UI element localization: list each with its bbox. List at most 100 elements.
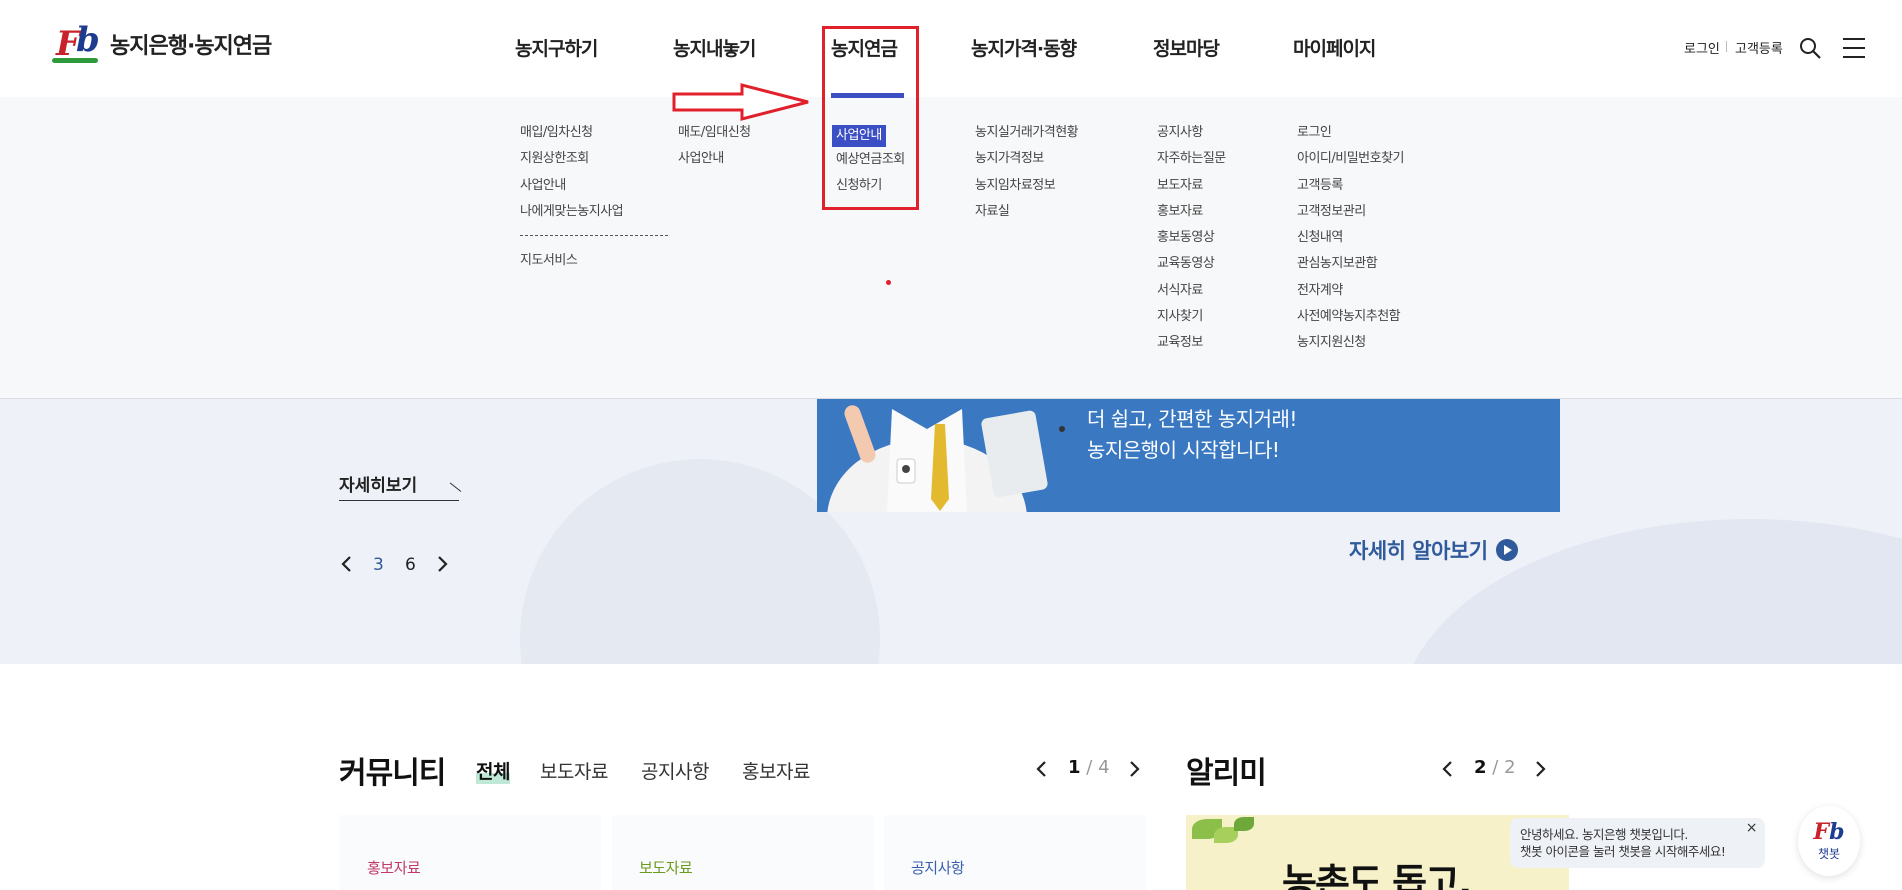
nav-info[interactable]: 정보마당 bbox=[1153, 34, 1220, 61]
menu-press[interactable]: 보도자료 bbox=[1157, 177, 1226, 203]
fb-chatbot-icon: Fb bbox=[1813, 818, 1845, 845]
menu-forms[interactable]: 서식자료 bbox=[1157, 282, 1226, 308]
fb-logo-icon: Fb bbox=[52, 20, 102, 66]
mega-col-find: 매입/임차신청 지원상한조회 사업안내 나에게맞는농지사업 지도서비스 bbox=[520, 124, 668, 278]
community-page-total: 4 bbox=[1098, 757, 1110, 778]
banner-headline-2: 농지은행이 시작합니다! bbox=[1087, 438, 1280, 462]
alimi-page-total: 2 bbox=[1504, 757, 1516, 778]
hero-page-current: 3 bbox=[373, 555, 384, 575]
alimi-page-indicator: 2 / 2 bbox=[1474, 757, 1516, 778]
alimi-page-sep: / bbox=[1492, 757, 1499, 778]
menu-edu-info[interactable]: 교육정보 bbox=[1157, 334, 1226, 360]
chatbot-button[interactable]: Fb 챗봇 bbox=[1798, 806, 1860, 876]
hero-detail-link[interactable]: 자세히보기 bbox=[339, 471, 417, 496]
banner-illustration-icon bbox=[827, 405, 1065, 512]
annotation-arrow-icon bbox=[672, 83, 809, 121]
chatbot-label: 챗봇 bbox=[1817, 846, 1841, 861]
hamburger-menu-icon[interactable] bbox=[1843, 38, 1865, 62]
menu-sale-lease-apply[interactable]: 매도/임대신청 bbox=[678, 124, 751, 150]
mega-menu-panel bbox=[0, 97, 1902, 399]
annotation-highlight-box bbox=[822, 26, 919, 210]
menu-price-info[interactable]: 농지가격정보 bbox=[975, 150, 1078, 176]
hero-banner[interactable]: 더 쉽고, 간편한 농지거래! 농지은행이 시작합니다! bbox=[817, 399, 1560, 512]
cursor-dot bbox=[886, 280, 891, 285]
menu-pre-reservation[interactable]: 사전예약농지추천함 bbox=[1297, 308, 1404, 334]
search-icon[interactable] bbox=[1798, 36, 1822, 64]
community-page-sep: / bbox=[1086, 757, 1093, 778]
menu-rent-info[interactable]: 농지임차료정보 bbox=[975, 177, 1078, 203]
menu-faq[interactable]: 자주하는질문 bbox=[1157, 150, 1226, 176]
menu-archive[interactable]: 자료실 bbox=[975, 203, 1078, 229]
logo-text: 농지은행·농지연금 bbox=[110, 34, 272, 59]
menu-business-guide[interactable]: 사업안내 bbox=[520, 177, 668, 203]
hero-prev-button[interactable] bbox=[340, 555, 352, 578]
menu-real-price[interactable]: 농지실거래가격현황 bbox=[975, 124, 1079, 150]
nav-offer-farmland[interactable]: 농지내놓기 bbox=[673, 34, 756, 61]
util-divider bbox=[1726, 41, 1727, 52]
menu-map-service[interactable]: 지도서비스 bbox=[520, 252, 668, 278]
menu-application-history[interactable]: 신청내역 bbox=[1297, 229, 1404, 255]
banner-learn-more-label: 자세히 알아보기 bbox=[1349, 539, 1488, 563]
menu-purchase-lease-apply[interactable]: 매입/임차신청 bbox=[520, 124, 668, 150]
community-next-button[interactable] bbox=[1129, 760, 1141, 782]
chat-line-2: 챗봇 아이콘을 눌러 챗봇을 시작해주세요! bbox=[1520, 844, 1726, 859]
community-page-current: 1 bbox=[1068, 757, 1081, 778]
menu-support-apply[interactable]: 농지지원신청 bbox=[1297, 334, 1404, 360]
alimi-banner-text: 농촌도 돕고, bbox=[1282, 861, 1472, 890]
chat-line-1: 안녕하세요. 농지은행 챗봇입니다. bbox=[1520, 827, 1688, 842]
menu-business-guide[interactable]: 사업안내 bbox=[678, 150, 751, 176]
hero-section: 자세히보기 3 6 더 쉽고, 간편한 농지거래! 농지은행이 시작합니다! 자… bbox=[0, 399, 1902, 664]
menu-edu-video[interactable]: 교육동영상 bbox=[1157, 255, 1226, 281]
alimi-next-button[interactable] bbox=[1535, 760, 1547, 782]
card-category: 공지사항 bbox=[911, 859, 965, 877]
community-card[interactable] bbox=[884, 815, 1146, 890]
leaf-icon bbox=[1234, 817, 1254, 831]
tab-press[interactable]: 보도자료 bbox=[540, 757, 608, 784]
card-category: 홍보자료 bbox=[367, 859, 421, 877]
site-logo[interactable]: Fb 농지은행·농지연금 bbox=[52, 20, 272, 66]
banner-headline-1: 더 쉽고, 간편한 농지거래! bbox=[1087, 407, 1297, 431]
menu-pr-material[interactable]: 홍보자료 bbox=[1157, 203, 1226, 229]
alimi-prev-button[interactable] bbox=[1441, 760, 1453, 782]
menu-notice[interactable]: 공지사항 bbox=[1157, 124, 1226, 150]
banner-learn-more-link[interactable]: 자세히 알아보기 bbox=[1349, 535, 1518, 565]
menu-support-limit[interactable]: 지원상한조회 bbox=[520, 150, 668, 176]
nav-price-trend[interactable]: 농지가격·동향 bbox=[971, 34, 1077, 61]
card-category: 보도자료 bbox=[639, 859, 693, 877]
alimi-page-current: 2 bbox=[1474, 757, 1487, 778]
detail-link-arrow-icon bbox=[449, 482, 462, 492]
menu-custom-business[interactable]: 나에게맞는농지사업 bbox=[520, 203, 668, 229]
menu-branch-finder[interactable]: 지사찾기 bbox=[1157, 308, 1226, 334]
play-circle-icon bbox=[1495, 539, 1518, 561]
tab-notice[interactable]: 공지사항 bbox=[641, 757, 709, 784]
mega-col-info: 공지사항 자주하는질문 보도자료 홍보자료 홍보동영상 교육동영상 서식자료 지… bbox=[1157, 124, 1226, 361]
menu-find-id-password[interactable]: 아이디/비밀번호찾기 bbox=[1297, 150, 1405, 176]
community-page-indicator: 1 / 4 bbox=[1068, 757, 1110, 778]
login-link[interactable]: 로그인 bbox=[1684, 38, 1720, 57]
detail-link-underline bbox=[339, 500, 459, 501]
hero-next-button[interactable] bbox=[437, 555, 449, 578]
menu-favorites[interactable]: 관심농지보관함 bbox=[1297, 255, 1404, 281]
hero-page-total: 6 bbox=[405, 555, 416, 575]
community-title: 커뮤니티 bbox=[339, 756, 446, 791]
register-link[interactable]: 고객등록 bbox=[1735, 38, 1783, 57]
tab-all[interactable]: 전체 bbox=[476, 757, 510, 784]
menu-register[interactable]: 고객등록 bbox=[1297, 177, 1404, 203]
menu-login[interactable]: 로그인 bbox=[1297, 124, 1404, 150]
close-icon[interactable]: × bbox=[1746, 820, 1758, 837]
site-header: Fb 농지은행·농지연금 농지구하기 농지내놓기 농지연금 농지가격·동향 정보… bbox=[0, 0, 1902, 97]
mega-col-offer: 매도/임대신청 사업안내 bbox=[678, 124, 751, 177]
alimi-title: 알리미 bbox=[1186, 756, 1267, 791]
chatbot-greeting: 안녕하세요. 농지은행 챗봇입니다. 챗봇 아이콘을 눌러 챗봇을 시작해주세요… bbox=[1510, 818, 1765, 868]
mega-col-mypage: 로그인 아이디/비밀번호찾기 고객등록 고객정보관리 신청내역 관심농지보관함 … bbox=[1297, 124, 1405, 361]
community-prev-button[interactable] bbox=[1035, 760, 1047, 782]
community-card[interactable] bbox=[339, 815, 601, 890]
menu-e-contract[interactable]: 전자계약 bbox=[1297, 282, 1404, 308]
nav-find-farmland[interactable]: 농지구하기 bbox=[515, 34, 598, 61]
menu-divider bbox=[520, 235, 668, 237]
community-card[interactable] bbox=[612, 815, 874, 890]
nav-mypage[interactable]: 마이페이지 bbox=[1293, 34, 1376, 61]
menu-account-manage[interactable]: 고객정보관리 bbox=[1297, 203, 1404, 229]
tab-pr[interactable]: 홍보자료 bbox=[742, 757, 810, 784]
menu-pr-video[interactable]: 홍보동영상 bbox=[1157, 229, 1226, 255]
